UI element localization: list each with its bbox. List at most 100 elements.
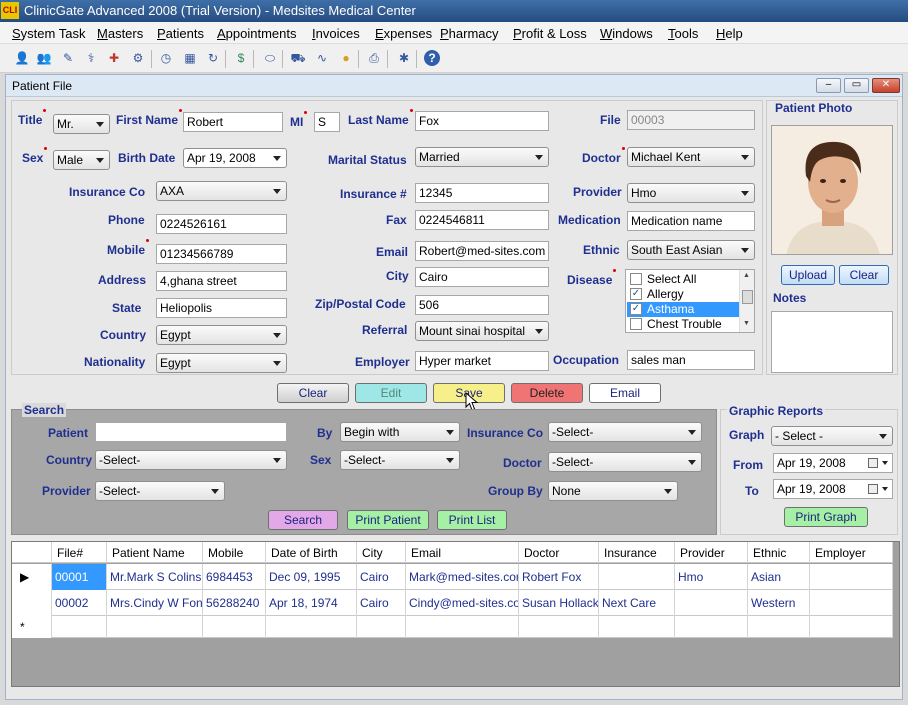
nationality-select[interactable]: Egypt	[156, 353, 287, 373]
employer-field[interactable]: Hyper market	[415, 351, 549, 371]
title-select[interactable]: Mr.	[53, 114, 110, 134]
marital-status-select[interactable]: Married	[415, 147, 549, 167]
chart-icon[interactable]: ∿	[314, 50, 330, 66]
table-row[interactable]: 00002 Mrs.Cindy W Fong 56288240 Apr 18, …	[12, 590, 893, 616]
fax-field[interactable]: 0224546811	[415, 210, 549, 230]
table-row[interactable]: ▶ 00001 Mr.Mark S Colins 6984453 Dec 09,…	[12, 564, 893, 590]
menu-expenses[interactable]: Expenses	[375, 26, 432, 41]
cell-ethnic[interactable]: Asian	[748, 564, 810, 590]
syringe-icon[interactable]: ⚕	[83, 50, 99, 66]
cell-doctor[interactable]: Susan Hollack	[519, 590, 599, 616]
print-list-button[interactable]: Print List	[437, 510, 507, 530]
cell-employer[interactable]	[810, 590, 893, 616]
cell-dob[interactable]: Apr 18, 1974	[266, 590, 357, 616]
cell-provider[interactable]	[675, 590, 748, 616]
column-header[interactable]: Ethnic	[748, 542, 810, 563]
disease-item[interactable]: Select All	[627, 272, 739, 287]
gear-icon[interactable]: ⚙	[130, 50, 146, 66]
column-header[interactable]: Email	[406, 542, 519, 563]
column-header[interactable]: Insurance	[599, 542, 675, 563]
column-header[interactable]: Provider	[675, 542, 748, 563]
phone-field[interactable]: 0224526161	[156, 214, 287, 234]
cell-mobile[interactable]: 56288240	[203, 590, 266, 616]
column-header[interactable]: Mobile	[203, 542, 266, 563]
cell-empty[interactable]	[266, 616, 357, 638]
checkbox-icon[interactable]	[630, 318, 642, 330]
search-provider-select[interactable]: -Select-	[95, 481, 225, 501]
cell-empty[interactable]	[52, 616, 107, 638]
cell-empty[interactable]	[357, 616, 406, 638]
from-date-picker[interactable]: Apr 19, 2008	[773, 453, 893, 473]
birth-date-picker[interactable]: Apr 19, 2008	[183, 148, 287, 168]
cell-doctor[interactable]: Robert Fox	[519, 564, 599, 590]
cell-email[interactable]: Mark@med-sites.com	[406, 564, 519, 590]
cell-provider[interactable]: Hmo	[675, 564, 748, 590]
coins-icon[interactable]: ●	[338, 50, 354, 66]
search-group-by-select[interactable]: None	[548, 481, 678, 501]
mobile-field[interactable]: 01234566789	[156, 244, 287, 264]
sex-select[interactable]: Male	[53, 150, 110, 170]
settings-icon[interactable]: ✱	[396, 50, 412, 66]
cell-email[interactable]: Cindy@med-sites.com	[406, 590, 519, 616]
scroll-up-icon[interactable]: ▲	[743, 272, 750, 279]
minimize-button[interactable]: ‒	[816, 78, 841, 93]
clock-icon[interactable]: ◷	[158, 50, 174, 66]
column-header[interactable]: City	[357, 542, 406, 563]
printer-icon[interactable]: ⎙	[366, 50, 382, 66]
scroll-down-icon[interactable]: ▼	[743, 320, 750, 327]
ethnic-select[interactable]: South East Asian	[627, 240, 755, 260]
menu-masters[interactable]: Masters	[97, 26, 143, 41]
search-sex-select[interactable]: -Select-	[340, 450, 460, 470]
user-icon[interactable]: 👤	[14, 50, 30, 66]
cell-city[interactable]: Cairo	[357, 590, 406, 616]
cell-empty[interactable]	[107, 616, 203, 638]
close-button[interactable]: ✕	[872, 78, 900, 93]
row-header[interactable]	[12, 590, 52, 616]
cell-empty[interactable]	[599, 616, 675, 638]
clear-form-button[interactable]: Clear	[277, 383, 349, 403]
disease-list-scrollbar[interactable]: ▲ ▼	[739, 270, 754, 332]
menu-profit-loss[interactable]: Profit & Loss	[513, 26, 587, 41]
occupation-field[interactable]: sales man	[627, 350, 755, 370]
disease-item[interactable]: Chest Trouble	[627, 317, 739, 332]
first-name-field[interactable]: Robert	[183, 112, 283, 132]
row-header[interactable]: ▶	[12, 564, 52, 590]
cell-patient-name[interactable]: Mrs.Cindy W Fong	[107, 590, 203, 616]
medication-field[interactable]: Medication name	[627, 211, 755, 231]
zip-field[interactable]: 506	[415, 295, 549, 315]
menu-windows[interactable]: Windows	[600, 26, 653, 41]
row-header[interactable]: *	[12, 616, 52, 638]
menu-appointments[interactable]: Appointments	[217, 26, 297, 41]
menu-pharmacy[interactable]: Pharmacy	[440, 26, 499, 41]
column-header[interactable]: Employer	[810, 542, 893, 563]
insurance-co-select[interactable]: AXA	[156, 181, 287, 201]
cell-file[interactable]: 00002	[52, 590, 107, 616]
menu-tools[interactable]: Tools	[668, 26, 698, 41]
checkbox-icon[interactable]	[630, 273, 642, 285]
delete-button[interactable]: Delete	[511, 383, 583, 403]
refresh-icon[interactable]: ↻	[205, 50, 221, 66]
bandage-icon[interactable]: ✚	[106, 50, 122, 66]
cell-empty[interactable]	[748, 616, 810, 638]
menu-help[interactable]: Help	[716, 26, 743, 41]
calendar-icon[interactable]: ▦	[182, 50, 198, 66]
search-by-select[interactable]: Begin with	[340, 422, 460, 442]
maximize-button[interactable]: ▭	[844, 78, 869, 93]
email-button[interactable]: Email	[589, 383, 661, 403]
disease-checklist[interactable]: Select All ✓ Allergy ✓ Asthama Chest Tro…	[625, 269, 755, 333]
cell-empty[interactable]	[519, 616, 599, 638]
help-icon[interactable]: ?	[424, 50, 440, 66]
address-field[interactable]: 4,ghana street	[156, 271, 287, 291]
cell-empty[interactable]	[406, 616, 519, 638]
menu-system-task[interactable]: System Task	[12, 26, 85, 41]
insurance-number-field[interactable]: 12345	[415, 183, 549, 203]
menu-invoices[interactable]: Invoices	[312, 26, 360, 41]
cell-insurance[interactable]	[599, 564, 675, 590]
search-doctor-select[interactable]: -Select-	[548, 452, 702, 472]
column-header[interactable]: Date of Birth	[266, 542, 357, 563]
money-icon[interactable]: $	[233, 50, 249, 66]
cell-employer[interactable]	[810, 564, 893, 590]
menu-patients[interactable]: Patients	[157, 26, 204, 41]
cell-empty[interactable]	[203, 616, 266, 638]
referral-select[interactable]: Mount sinai hospital	[415, 321, 549, 341]
